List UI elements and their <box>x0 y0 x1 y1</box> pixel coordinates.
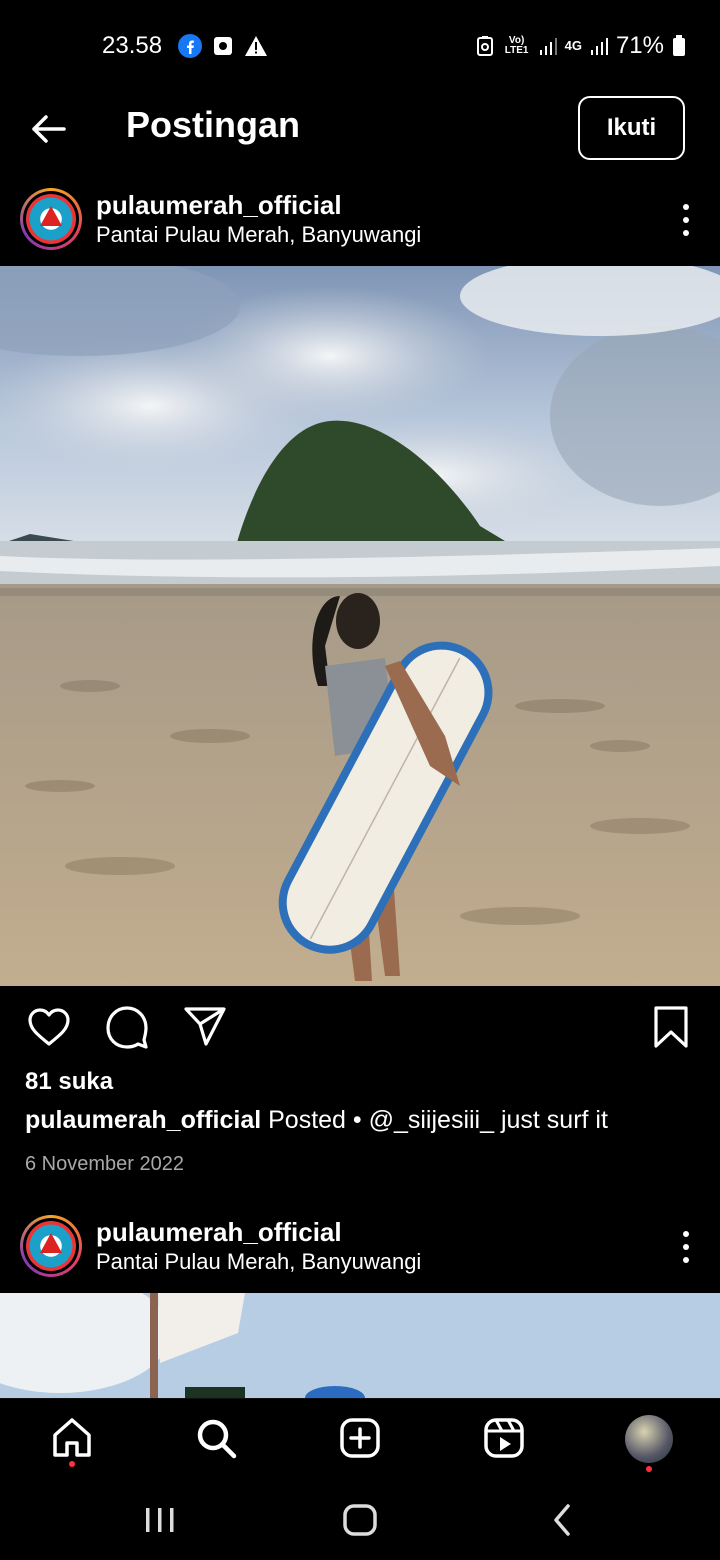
home-button[interactable] <box>342 1500 378 1540</box>
save-bookmark-icon[interactable] <box>648 1004 694 1050</box>
recycle-icon <box>476 36 493 56</box>
battery-percent: 71% <box>615 32 664 59</box>
account-logo-icon <box>26 1221 76 1271</box>
network-label: 4G <box>564 38 582 53</box>
add-post-icon[interactable] <box>337 1415 383 1461</box>
warning-icon <box>245 36 267 56</box>
more-options-icon[interactable] <box>682 204 690 236</box>
back-button[interactable] <box>548 1500 576 1540</box>
next-post-photo[interactable] <box>0 1293 720 1398</box>
volte-label: Vo) LTE1 <box>504 35 529 56</box>
post-date: 6 November 2022 <box>25 1153 184 1175</box>
profile-avatar[interactable] <box>625 1415 673 1463</box>
back-arrow-icon[interactable] <box>26 106 72 152</box>
notification-icons <box>178 34 268 58</box>
caption-text: Posted • @_siijesiii_ just surf it <box>261 1106 608 1134</box>
facebook-icon <box>178 34 202 58</box>
page-title: Postingan <box>126 104 301 145</box>
status-time: 23.58 <box>102 32 163 59</box>
post-header: pulaumerah_official Pantai Pulau Merah, … <box>0 176 720 266</box>
post-username[interactable]: pulaumerah_official <box>96 190 342 221</box>
post-username[interactable]: pulaumerah_official <box>96 1217 342 1248</box>
battery-icon <box>673 35 685 56</box>
top-app-bar: Postingan Ikuti <box>0 94 720 164</box>
profile-notification-dot <box>646 1466 652 1472</box>
next-post-header: pulaumerah_official Pantai Pulau Merah, … <box>0 1203 720 1293</box>
home-icon[interactable] <box>49 1415 95 1461</box>
share-icon[interactable] <box>182 1004 228 1050</box>
system-navigation-bar <box>0 1478 720 1560</box>
caption-username[interactable]: pulaumerah_official <box>25 1106 261 1134</box>
recents-button[interactable] <box>143 1500 177 1540</box>
like-icon[interactable] <box>26 1004 72 1050</box>
avatar[interactable] <box>20 188 82 250</box>
search-icon[interactable] <box>193 1415 239 1461</box>
post-location[interactable]: Pantai Pulau Merah, Banyuwangi <box>96 1249 421 1275</box>
avatar[interactable] <box>20 1215 82 1277</box>
account-logo-icon <box>26 194 76 244</box>
signal-icon <box>539 38 557 55</box>
post-photo[interactable] <box>0 266 720 986</box>
post-location[interactable]: Pantai Pulau Merah, Banyuwangi <box>96 222 421 248</box>
status-bar: 23.58 Vo) LTE1 4G 71% <box>0 0 720 94</box>
more-options-icon[interactable] <box>682 1231 690 1263</box>
follow-button[interactable]: Ikuti <box>578 96 685 160</box>
system-status: Vo) LTE1 4G 71% <box>475 32 686 60</box>
screenshot-icon <box>214 37 232 55</box>
comment-icon[interactable] <box>104 1004 150 1050</box>
beach-surfer-image <box>0 266 720 986</box>
home-notification-dot <box>69 1461 75 1467</box>
like-count[interactable]: 81 suka <box>25 1068 113 1096</box>
reels-icon[interactable] <box>481 1415 527 1461</box>
bottom-navigation <box>0 1398 720 1478</box>
post-actions <box>0 1000 720 1054</box>
signal-icon <box>590 38 608 55</box>
flag-image <box>0 1293 720 1398</box>
post-caption: pulaumerah_official Posted • @_siijesiii… <box>25 1106 608 1135</box>
